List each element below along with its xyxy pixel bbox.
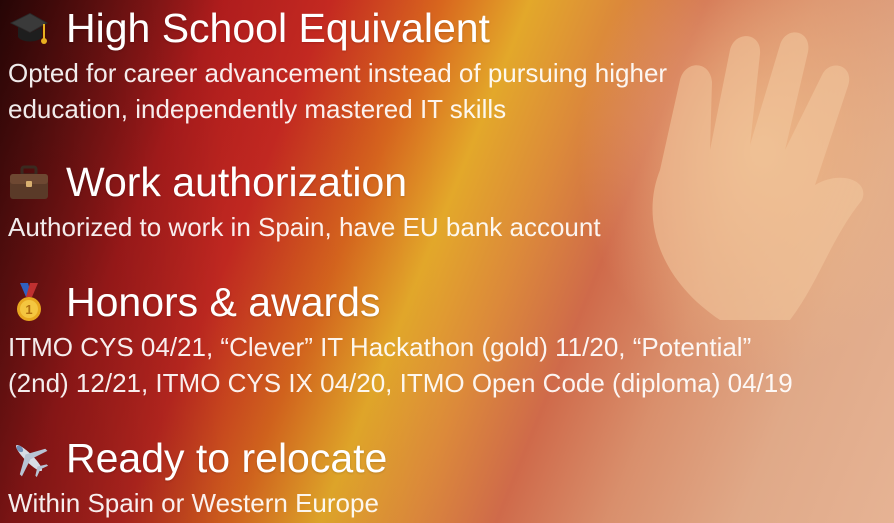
section-honors-awards: 1 Honors & awards ITMO CYS 04/21, “Cleve… [8,276,890,400]
section-heading: High School Equivalent [8,2,890,54]
airplane-icon [15,444,49,478]
section-title: Ready to relocate [66,435,388,481]
section-description-line-1: ITMO CYS 04/21, “Clever” IT Hackathon (g… [8,332,752,362]
section-heading: 1 Honors & awards [8,276,890,328]
section-heading: Work authorization [8,156,890,208]
section-title: Work authorization [66,159,408,205]
section-description-line-2: education, independently mastered IT ski… [8,94,507,124]
section-heading: Ready to relocate [8,432,890,484]
section-work-authorization: Work authorization Authorized to work in… [8,156,890,244]
section-description-line-1: Authorized to work in Spain, have EU ban… [8,212,601,242]
section-title: High School Equivalent [66,5,490,51]
briefcase-icon [10,165,48,199]
graduation-cap-icon [10,13,48,44]
section-title: Honors & awards [66,279,381,325]
section-description-line-2: (2nd) 12/21, ITMO CYS IX 04/20, ITMO Ope… [8,368,793,398]
section-education: High School Equivalent Opted for career … [8,2,890,126]
section-relocation: Ready to relocate Within Spain or Wester… [8,432,890,520]
medal-icon: 1 [17,283,41,321]
section-description-line-1: Opted for career advancement instead of … [8,58,668,88]
svg-text:1: 1 [25,302,32,317]
section-description-line-1: Within Spain or Western Europe [8,488,379,518]
